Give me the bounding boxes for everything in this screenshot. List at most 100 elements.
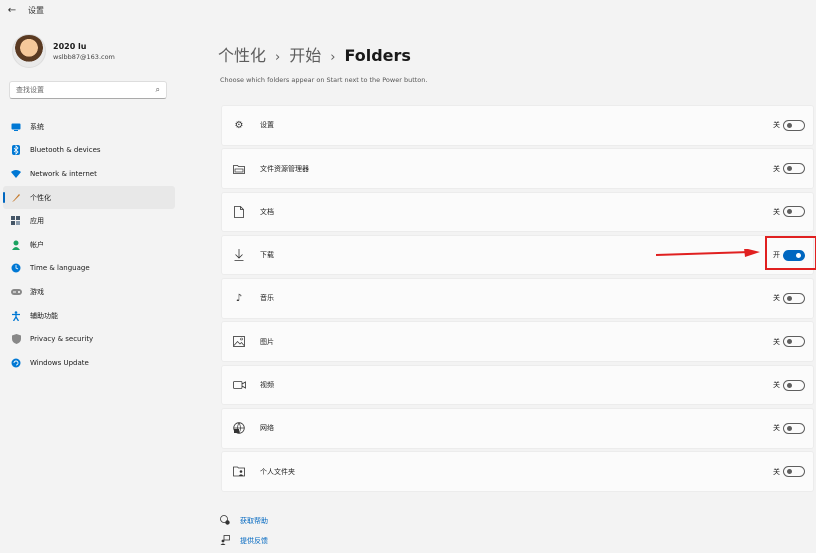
toggle-knob [787,425,792,431]
toggle-state-label: 关 [773,294,780,303]
sidebar-item-label: Time & language [30,264,90,273]
back-button[interactable]: ← [0,0,24,20]
help-icon [220,515,232,527]
sidebar-item-label: 应用 [30,217,44,226]
profile-email: wslbb87@163.com [53,52,115,61]
feedback-icon [220,535,232,547]
picture-icon [232,335,246,349]
sidebar-item-system[interactable]: 系统 [3,115,175,139]
folder-label: 文件资源管理器 [260,164,309,173]
sidebar: 2020 lu wslbb87@163.com ⌕ 系统 Bluetooth &… [0,20,180,553]
video-icon [232,378,246,392]
sidebar-item-privacy[interactable]: Privacy & security [3,327,175,351]
apps-icon [10,215,22,227]
sidebar-item-network[interactable]: Network & internet [3,162,175,186]
music-icon: ♪ [235,292,243,304]
sidebar-item-gaming[interactable]: 游戏 [3,280,175,304]
folder-label: 网络 [260,424,274,433]
toggle-state-label: 关 [773,337,780,346]
toggle-state-label: 关 [773,164,780,173]
profile-name: 2020 lu [53,41,87,51]
sidebar-item-label: 辅助功能 [30,311,58,320]
folder-label: 下载 [260,251,274,260]
wifi-icon [10,168,22,180]
monitor-icon [10,121,22,133]
sidebar-item-label: 帐户 [30,240,44,249]
toggle-knob [787,166,792,172]
globe-clock-icon [10,262,22,274]
breadcrumb-separator: › [330,50,336,65]
breadcrumb-personalization[interactable]: 个性化 [218,42,266,66]
breadcrumb-separator: › [275,50,281,65]
sidebar-item-label: Privacy & security [30,335,94,344]
toggle-knob [787,209,792,215]
folder-row-documents: 文档 关 [221,191,814,233]
file-explorer-toggle[interactable] [783,163,805,175]
sidebar-item-label: Bluetooth & devices [30,146,101,155]
personal-folder-toggle[interactable] [783,466,805,478]
breadcrumb: 个性化 › 开始 › Folders [218,42,411,66]
folder-row-network: 网络 关 [221,408,814,449]
download-icon [232,248,246,262]
avatar [12,34,46,68]
person-icon [10,239,22,251]
help-links: 获取帮助 提供反馈 [220,511,268,551]
toggle-state-label: 关 [773,424,780,433]
gear-icon: ⚙ [234,119,244,131]
folder-row-settings: ⚙ 设置 关 [221,105,814,146]
toggle-state-label: 关 [773,467,780,476]
videos-toggle[interactable] [783,379,805,391]
music-toggle[interactable] [783,292,805,304]
settings-toggle[interactable] [783,119,805,131]
folder-row-music: ♪ 音乐 关 [221,278,814,319]
folder-label: 视频 [260,381,274,390]
sidebar-item-label: 系统 [30,122,44,131]
app-title: 设置 [28,5,44,15]
annotation-highlight-box [765,235,816,270]
sidebar-item-bluetooth[interactable]: Bluetooth & devices [3,139,175,163]
sidebar-item-accessibility[interactable]: 辅助功能 [3,304,175,328]
folder-label: 音乐 [260,294,274,303]
brush-icon [10,192,22,204]
search-input[interactable] [16,86,156,94]
pictures-toggle[interactable] [783,336,805,348]
sidebar-item-label: Network & internet [30,169,97,178]
sidebar-item-time-language[interactable]: Time & language [3,257,175,281]
sidebar-item-label: Windows Update [30,358,89,367]
sidebar-item-personalization[interactable]: 个性化 [3,185,175,210]
search-box[interactable]: ⌕ [9,81,167,99]
toggle-knob [787,382,792,388]
get-help-link[interactable]: 获取帮助 [220,511,268,531]
accessibility-icon [10,310,22,322]
give-feedback-link[interactable]: 提供反馈 [220,531,268,551]
folder-label: 文档 [260,207,274,216]
shield-icon [10,333,22,345]
toggle-knob [787,339,792,345]
bluetooth-icon [10,144,22,156]
page-description: Choose which folders appear on Start nex… [220,76,428,84]
personal-folder-icon [232,465,246,479]
arrow-left-icon: ← [7,4,17,16]
breadcrumb-start[interactable]: 开始 [289,42,321,66]
sidebar-item-label: 游戏 [30,287,44,296]
search-icon[interactable]: ⌕ [156,85,160,95]
document-icon [232,205,246,219]
toggle-knob [787,469,792,475]
folder-label: 个人文件夹 [260,467,295,476]
main-content: 个性化 › 开始 › Folders Choose which folders … [218,20,816,553]
folder-label: 图片 [260,337,274,346]
toggle-knob [787,295,792,301]
folder-row-personal-folder: 个人文件夹 关 [221,451,814,492]
gamepad-icon [10,286,22,298]
sidebar-item-apps[interactable]: 应用 [3,209,175,233]
folder-row-pictures: 图片 关 [221,321,814,362]
title-bar: ← 设置 [0,0,816,20]
documents-toggle[interactable] [783,206,805,218]
network-toggle[interactable] [783,422,805,434]
folder-row-downloads: 下载 开 [221,234,816,276]
sidebar-nav: 系统 Bluetooth & devices Network & interne… [3,115,175,375]
sidebar-item-windows-update[interactable]: Windows Update [3,351,175,375]
network-icon [232,421,246,435]
user-profile[interactable]: 2020 lu wslbb87@163.com [12,34,115,68]
sidebar-item-accounts[interactable]: 帐户 [3,233,175,257]
